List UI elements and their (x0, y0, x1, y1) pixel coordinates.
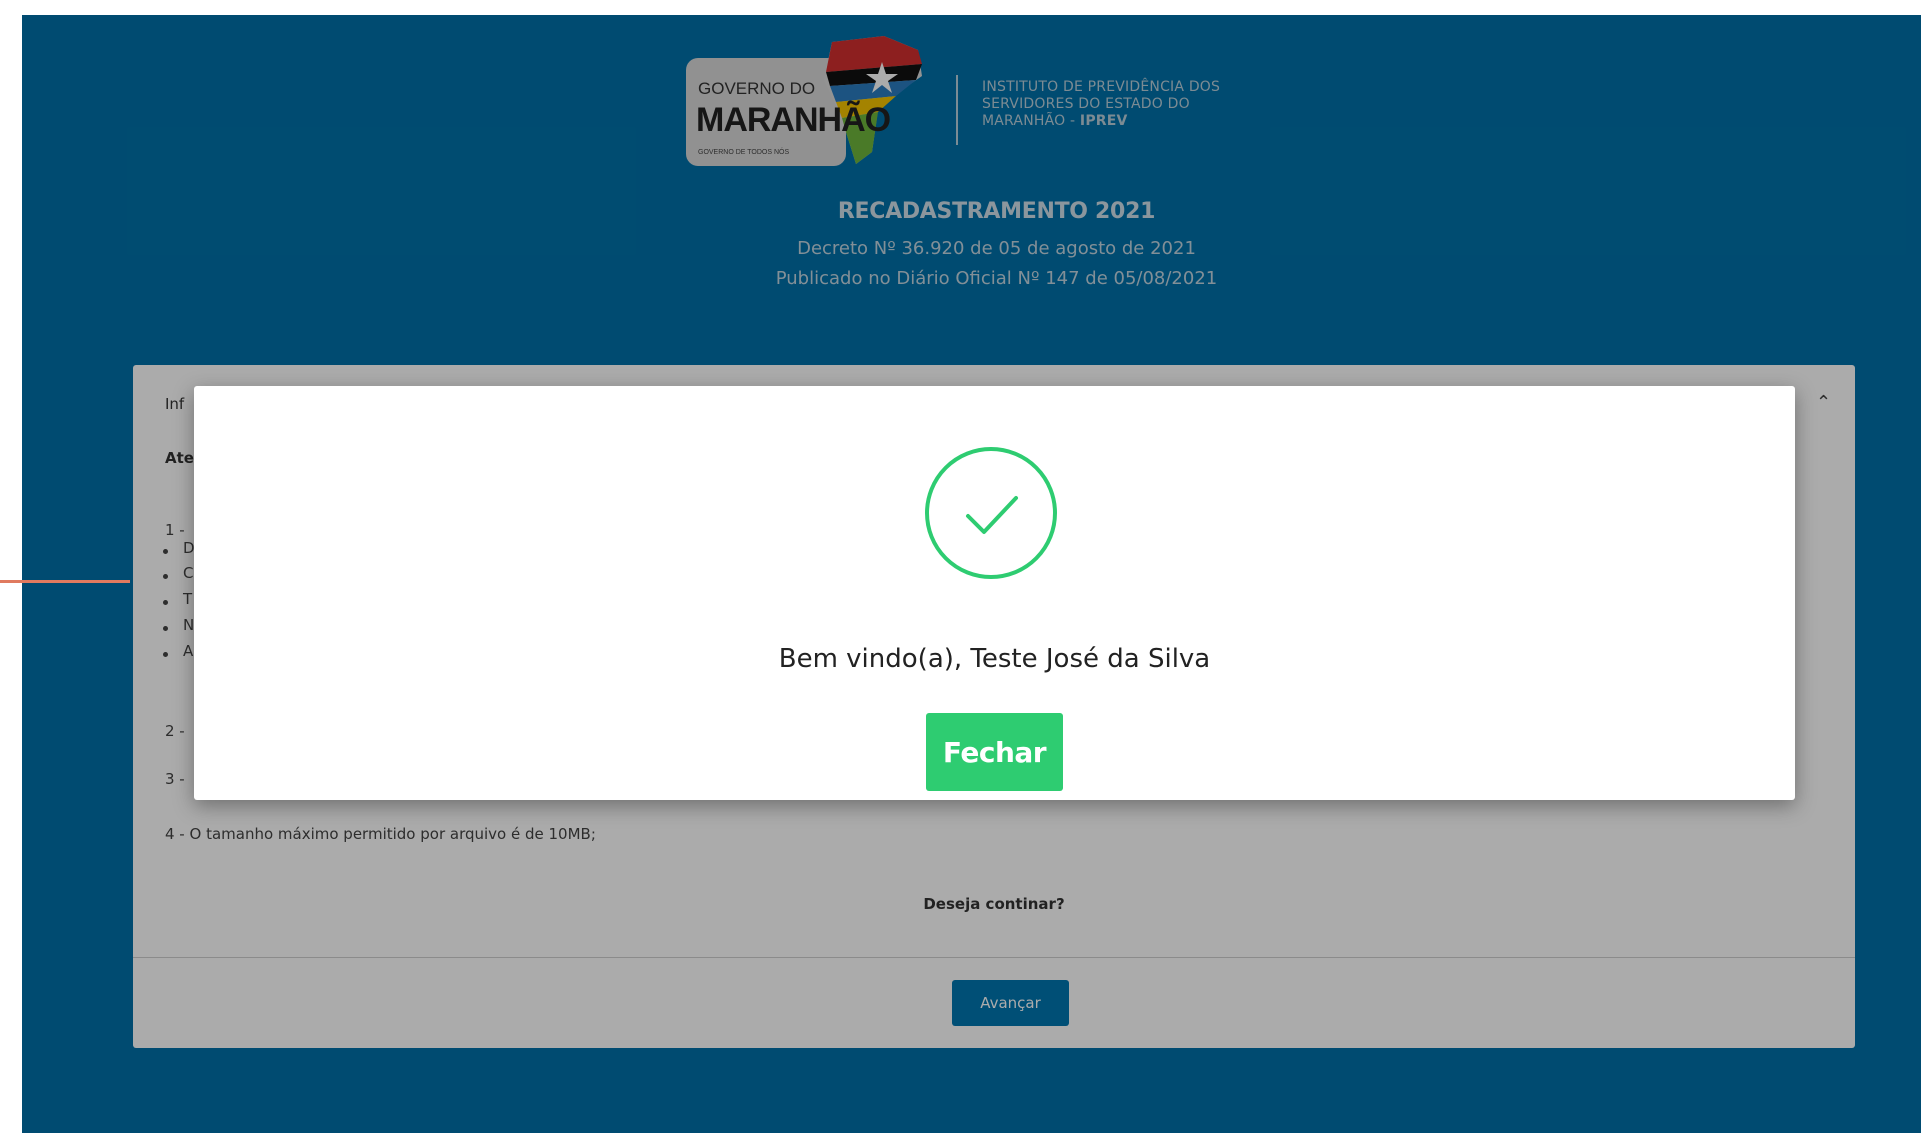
check-circle-icon (924, 446, 1058, 580)
annotation-marker (0, 580, 130, 583)
welcome-modal: Bem vindo(a), Teste José da Silva Fechar (194, 386, 1795, 800)
close-button[interactable]: Fechar (926, 713, 1063, 791)
welcome-message: Bem vindo(a), Teste José da Silva (778, 644, 1211, 674)
